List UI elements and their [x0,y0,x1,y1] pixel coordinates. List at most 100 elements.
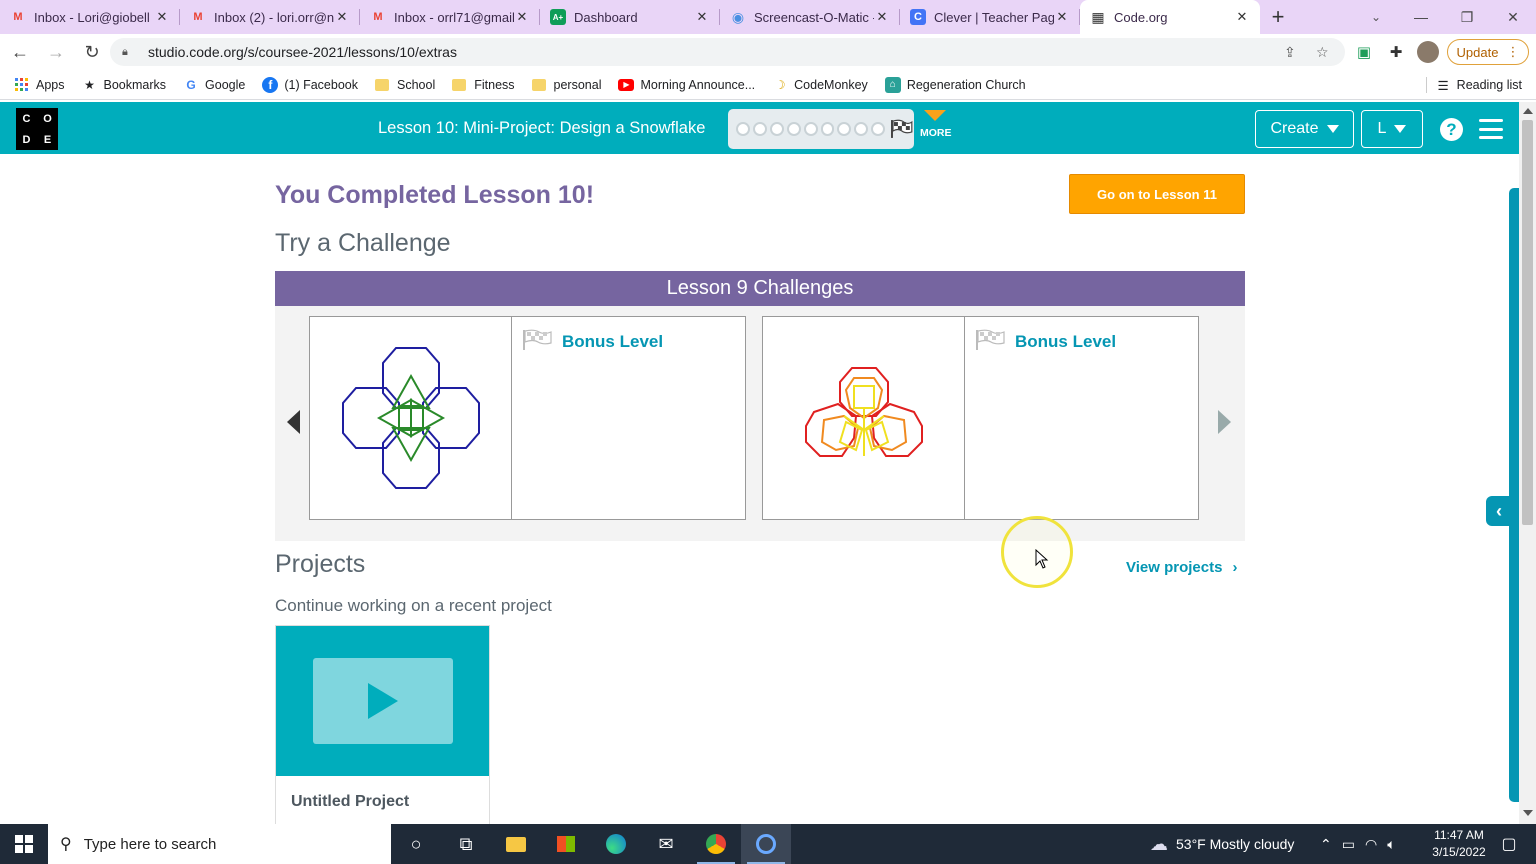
notifications-icon[interactable]: ▢ [1494,824,1524,864]
close-tab-icon[interactable]: ✕ [694,9,710,25]
profile-avatar[interactable] [1417,41,1439,63]
projects-heading: Projects [275,550,366,578]
browser-tab-gmail-2[interactable]: M Inbox (2) - lori.orr@n ✕ [180,0,360,34]
folder-icon [531,78,546,91]
restore-icon[interactable]: ❐ [1444,0,1490,34]
user-menu-button[interactable]: L [1361,110,1423,148]
browser-tab-codeorg[interactable]: ▦ Code.org ✕ [1080,0,1260,34]
challenge-label[interactable]: Bonus Level [562,329,663,352]
address-bar[interactable]: 🔒︎ studio.code.org/s/coursee-2021/lesson… [110,38,1345,66]
challenge-thumbnail [763,317,965,519]
back-icon[interactable]: ← [4,36,36,68]
browser-tab-screencast[interactable]: ◉ Screencast-O-Matic - ✕ [720,0,900,34]
next-lesson-button[interactable]: Go on to Lesson 11 [1069,174,1245,214]
browser-tab-gmail-1[interactable]: M Inbox - Lori@giobell ✕ [0,0,180,34]
progress-dot[interactable] [820,122,835,136]
mail-icon[interactable]: ✉ [641,824,691,864]
extension-icon[interactable]: ▣ [1353,41,1375,63]
progress-dot[interactable] [837,122,852,136]
volume-icon[interactable]: 🔈︎ [1387,836,1395,853]
task-view-icon[interactable]: ⧉ [441,824,491,864]
lesson-completed-heading: You Completed Lesson 10! [275,181,595,209]
bookmark-star-icon[interactable]: ☆ [1316,44,1329,61]
browser-tab-gmail-3[interactable]: M Inbox - orrl71@gmail ✕ [360,0,540,34]
cortana-icon[interactable]: ○ [391,824,441,864]
browser-tab-dashboard[interactable]: A+ Dashboard ✕ [540,0,720,34]
close-tab-icon[interactable]: ✕ [154,9,170,25]
wifi-icon[interactable]: ◠ [1365,836,1377,853]
checkered-flag-icon[interactable] [890,119,914,139]
close-tab-icon[interactable]: ✕ [874,9,890,25]
progress-dot[interactable] [871,122,886,136]
bookmark-apps[interactable]: Apps [14,77,65,93]
progress-dot[interactable] [769,122,784,136]
close-tab-icon[interactable]: ✕ [334,9,350,25]
tab-search-icon[interactable]: ⌄ [1366,0,1386,34]
page-scrollbar[interactable] [1519,102,1536,824]
more-lessons-toggle[interactable]: MORE [920,110,952,139]
file-explorer-icon[interactable] [491,824,541,864]
bookmark-codemonkey[interactable]: ☽ CodeMonkey [772,77,868,93]
google-icon: G [186,77,196,92]
forward-icon[interactable]: → [40,36,72,68]
scroll-down-arrow-icon[interactable] [1523,810,1533,816]
progress-dot[interactable] [752,122,767,136]
carousel-next-arrow-icon[interactable] [1218,410,1231,434]
window-controls: — ❐ ✕ [1398,0,1536,34]
create-button[interactable]: Create [1255,110,1354,148]
close-tab-icon[interactable]: ✕ [1054,9,1070,25]
taskbar-search-box[interactable]: ⚲ Type here to search [48,824,391,864]
collapse-panel-chevron-icon[interactable]: ‹ [1486,496,1512,526]
star-icon: ★ [84,77,95,92]
codeorg-logo[interactable]: C O D E [16,108,58,150]
caret-down-icon [1394,125,1407,133]
caret-down-icon [1326,125,1339,133]
bookmark-fitness[interactable]: Fitness [452,78,515,92]
lesson-title[interactable]: Lesson 10: Mini-Project: Design a Snowfl… [378,119,705,138]
folder-icon [452,78,467,91]
chevron-up-icon[interactable]: ⌃ [1320,836,1332,853]
progress-dot[interactable] [854,122,869,136]
reload-icon[interactable]: ↻ [76,36,108,68]
minimize-icon[interactable]: — [1398,0,1444,34]
taskbar-clock[interactable]: 11:47 AM 3/15/2022 [1424,827,1494,861]
progress-dot[interactable] [786,122,801,136]
start-button[interactable] [0,824,48,864]
challenge-label[interactable]: Bonus Level [1015,329,1116,352]
bookmark-school[interactable]: School [375,78,435,92]
view-projects-link[interactable]: View projects › [1126,559,1237,576]
bookmark-bookmarks[interactable]: ★ Bookmarks [82,77,166,93]
edge-browser-icon[interactable] [591,824,641,864]
carousel-prev-arrow-icon[interactable] [287,410,300,434]
project-card[interactable]: Untitled Project [275,625,490,830]
screencast-app-icon[interactable] [741,824,791,864]
close-window-icon[interactable]: ✕ [1490,0,1536,34]
weather-widget[interactable]: ☁ 53°F Mostly cloudy [1150,824,1294,864]
bookmark-personal[interactable]: personal [531,78,601,92]
challenge-card[interactable]: Bonus Level [762,316,1199,520]
puzzle-extensions-icon[interactable]: ✚ [1385,41,1407,63]
codeorg-icon: ▦ [1091,8,1105,25]
update-button[interactable]: Update ⋮ [1447,39,1529,65]
share-icon[interactable]: ⇪ [1284,44,1296,61]
browser-tab-clever[interactable]: C Clever | Teacher Page ✕ [900,0,1080,34]
battery-icon[interactable]: ▭ [1342,836,1355,853]
new-tab-button[interactable]: + [1260,0,1296,34]
scrollbar-thumb[interactable] [1522,120,1533,525]
reading-list[interactable]: ☰ Reading list [1426,77,1522,93]
bookmark-morning-announcements[interactable]: ▶ Morning Announce... [618,78,755,92]
chrome-icon[interactable] [691,824,741,864]
scroll-up-arrow-icon[interactable] [1523,108,1533,114]
bookmark-google[interactable]: G Google [183,77,245,93]
trefoil-snowflake-image [804,367,923,457]
close-tab-icon[interactable]: ✕ [514,9,530,25]
bookmark-regeneration-church[interactable]: ⌂ Regeneration Church [884,76,1026,93]
hamburger-menu-icon[interactable] [1479,119,1503,139]
challenge-card[interactable]: Bonus Level [309,316,746,520]
progress-dot[interactable] [803,122,818,136]
microsoft-store-icon[interactable] [541,824,591,864]
close-tab-icon[interactable]: ✕ [1234,9,1250,25]
help-icon[interactable]: ? [1440,118,1463,141]
bookmark-facebook[interactable]: f (1) Facebook [262,76,358,93]
progress-dot[interactable] [736,122,750,136]
